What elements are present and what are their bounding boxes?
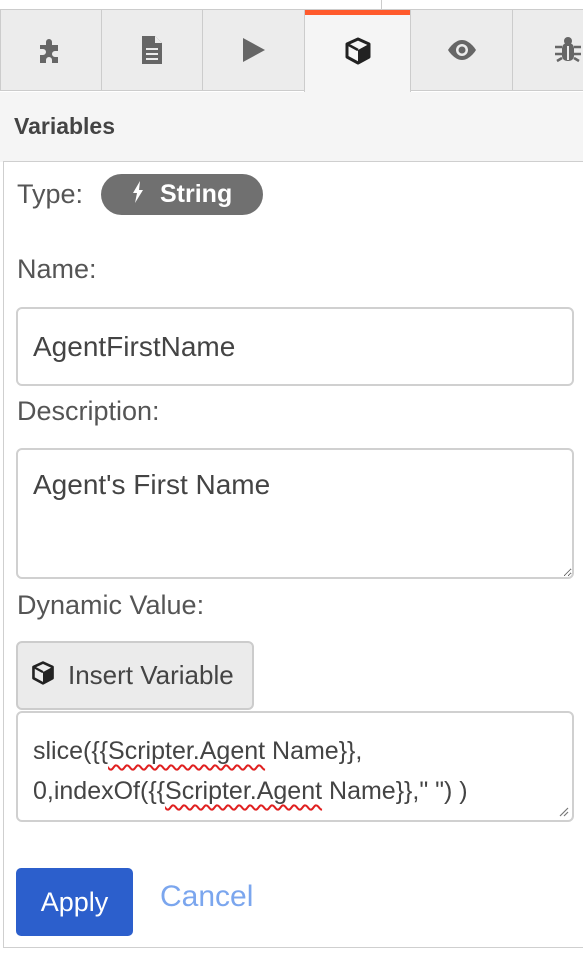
code-text: Name}}," ") ) bbox=[322, 777, 468, 805]
dynamic-value-line-2: 0,indexOf({{Scripter.Agent Name}}," ") ) bbox=[33, 771, 557, 811]
code-text: 0,indexOf({{ bbox=[33, 777, 166, 805]
cube-icon bbox=[343, 36, 373, 66]
name-input[interactable] bbox=[16, 307, 574, 386]
misspelled-token: Scripter.Agent bbox=[108, 737, 266, 765]
tab-bar bbox=[0, 10, 583, 92]
tab-run[interactable] bbox=[202, 10, 305, 91]
insert-variable-button[interactable]: Insert Variable bbox=[16, 641, 254, 710]
type-label: Type: bbox=[17, 179, 84, 209]
name-label: Name: bbox=[17, 254, 97, 284]
description-label: Description: bbox=[17, 396, 160, 426]
description-textarea[interactable]: Agent's First Name bbox=[16, 448, 574, 579]
bolt-icon bbox=[132, 181, 144, 208]
document-icon bbox=[140, 35, 164, 65]
dynamic-value-label: Dynamic Value: bbox=[17, 590, 205, 620]
cube-icon bbox=[30, 660, 56, 691]
dynamic-value-line-1: slice({{Scripter.Agent Name}}, bbox=[33, 731, 557, 771]
top-divider bbox=[381, 0, 382, 10]
tab-debug[interactable] bbox=[512, 10, 583, 91]
type-badge[interactable]: String bbox=[101, 174, 263, 215]
code-text: slice({{ bbox=[33, 737, 109, 765]
tab-plugins[interactable] bbox=[0, 10, 102, 91]
tab-variables[interactable] bbox=[304, 10, 411, 92]
type-value: String bbox=[160, 180, 233, 208]
play-icon bbox=[241, 36, 267, 64]
cancel-link[interactable]: Cancel bbox=[160, 880, 253, 914]
bug-icon bbox=[553, 35, 583, 65]
tab-preview[interactable] bbox=[410, 10, 513, 91]
apply-button[interactable]: Apply bbox=[16, 868, 133, 936]
section-title: Variables bbox=[14, 113, 116, 139]
misspelled-token: Scripter.Agent bbox=[165, 777, 323, 805]
insert-variable-label: Insert Variable bbox=[68, 660, 234, 690]
tab-documents[interactable] bbox=[101, 10, 203, 91]
top-strip bbox=[0, 0, 583, 10]
code-text: Name}}, bbox=[265, 737, 363, 765]
eye-icon bbox=[446, 39, 478, 61]
puzzle-icon bbox=[37, 36, 65, 64]
resize-grip-icon[interactable] bbox=[557, 805, 569, 817]
dynamic-value-editor[interactable]: slice({{Scripter.Agent Name}}, 0,indexOf… bbox=[16, 711, 574, 822]
